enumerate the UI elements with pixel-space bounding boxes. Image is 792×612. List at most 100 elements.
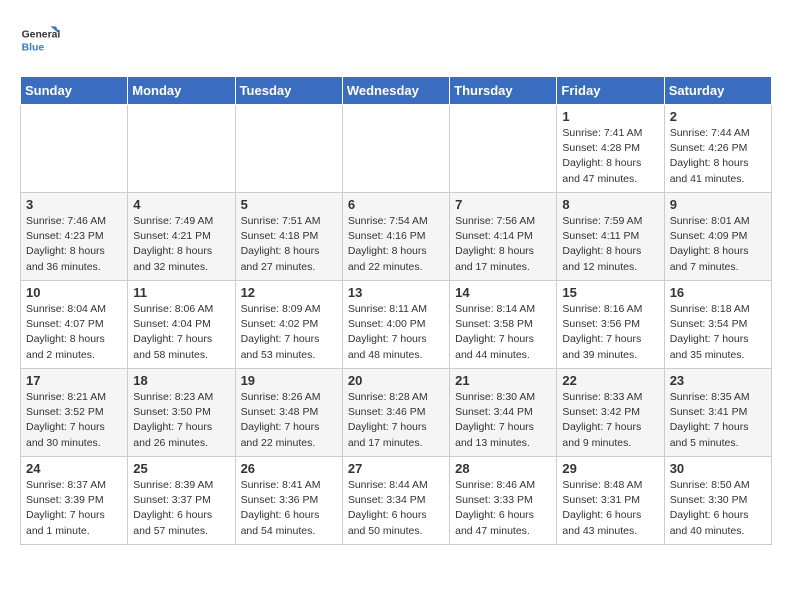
calendar-cell: 23 Sunrise: 8:35 AM Sunset: 3:41 PM Dayli… <box>664 369 771 457</box>
calendar-week-5: 24 Sunrise: 8:37 AM Sunset: 3:39 PM Dayli… <box>21 457 772 545</box>
day-number: 29 <box>562 461 658 476</box>
calendar-cell: 11 Sunrise: 8:06 AM Sunset: 4:04 PM Dayli… <box>128 281 235 369</box>
day-number: 23 <box>670 373 766 388</box>
day-number: 27 <box>348 461 444 476</box>
calendar-cell: 17Sunrise: 8:21 AM Sunset: 3:52 PM Dayli… <box>21 369 128 457</box>
calendar-cell: 25 Sunrise: 8:39 AM Sunset: 3:37 PM Dayli… <box>128 457 235 545</box>
day-info: Sunrise: 8:39 AM Sunset: 3:37 PM Dayligh… <box>133 478 229 539</box>
day-info: Sunrise: 8:37 AM Sunset: 3:39 PM Dayligh… <box>26 478 122 539</box>
calendar-cell: 26 Sunrise: 8:41 AM Sunset: 3:36 PM Dayli… <box>235 457 342 545</box>
calendar-table: SundayMondayTuesdayWednesdayThursdayFrid… <box>20 76 772 545</box>
day-number: 22 <box>562 373 658 388</box>
day-info: Sunrise: 7:41 AM Sunset: 4:28 PM Dayligh… <box>562 126 658 187</box>
calendar-cell: 9 Sunrise: 8:01 AM Sunset: 4:09 PM Daylig… <box>664 193 771 281</box>
calendar-cell: 13 Sunrise: 8:11 AM Sunset: 4:00 PM Dayli… <box>342 281 449 369</box>
day-info: Sunrise: 8:46 AM Sunset: 3:33 PM Dayligh… <box>455 478 551 539</box>
calendar-cell <box>235 105 342 193</box>
calendar-cell: 6 Sunrise: 7:54 AM Sunset: 4:16 PM Daylig… <box>342 193 449 281</box>
col-header-saturday: Saturday <box>664 77 771 105</box>
day-number: 20 <box>348 373 444 388</box>
day-number: 6 <box>348 197 444 212</box>
day-info: Sunrise: 8:28 AM Sunset: 3:46 PM Dayligh… <box>348 390 444 451</box>
day-number: 12 <box>241 285 337 300</box>
day-info: Sunrise: 7:54 AM Sunset: 4:16 PM Dayligh… <box>348 214 444 275</box>
calendar-cell <box>128 105 235 193</box>
day-number: 24 <box>26 461 122 476</box>
calendar-cell: 16 Sunrise: 8:18 AM Sunset: 3:54 PM Dayli… <box>664 281 771 369</box>
col-header-friday: Friday <box>557 77 664 105</box>
calendar-cell: 24 Sunrise: 8:37 AM Sunset: 3:39 PM Dayli… <box>21 457 128 545</box>
day-info: Sunrise: 8:23 AM Sunset: 3:50 PM Dayligh… <box>133 390 229 451</box>
calendar-cell: 12 Sunrise: 8:09 AM Sunset: 4:02 PM Dayli… <box>235 281 342 369</box>
calendar-cell: 15 Sunrise: 8:16 AM Sunset: 3:56 PM Dayli… <box>557 281 664 369</box>
header: General Blue <box>20 20 772 60</box>
day-number: 9 <box>670 197 766 212</box>
day-number: 4 <box>133 197 229 212</box>
day-number: 1 <box>562 109 658 124</box>
day-info: Sunrise: 7:59 AM Sunset: 4:11 PM Dayligh… <box>562 214 658 275</box>
day-info: Sunrise: 7:44 AM Sunset: 4:26 PM Dayligh… <box>670 126 766 187</box>
calendar-cell: 7Sunrise: 7:56 AM Sunset: 4:14 PM Daylig… <box>450 193 557 281</box>
day-info: Sunrise: 8:50 AM Sunset: 3:30 PM Dayligh… <box>670 478 766 539</box>
day-number: 7 <box>455 197 551 212</box>
day-info: Sunrise: 8:18 AM Sunset: 3:54 PM Dayligh… <box>670 302 766 363</box>
day-info: Sunrise: 8:06 AM Sunset: 4:04 PM Dayligh… <box>133 302 229 363</box>
day-number: 26 <box>241 461 337 476</box>
calendar-cell: 18 Sunrise: 8:23 AM Sunset: 3:50 PM Dayli… <box>128 369 235 457</box>
calendar-cell: 21 Sunrise: 8:30 AM Sunset: 3:44 PM Dayli… <box>450 369 557 457</box>
calendar-cell: 19Sunrise: 8:26 AM Sunset: 3:48 PM Dayli… <box>235 369 342 457</box>
calendar-cell: 20 Sunrise: 8:28 AM Sunset: 3:46 PM Dayli… <box>342 369 449 457</box>
calendar-cell: 14 Sunrise: 8:14 AM Sunset: 3:58 PM Dayli… <box>450 281 557 369</box>
day-info: Sunrise: 8:30 AM Sunset: 3:44 PM Dayligh… <box>455 390 551 451</box>
day-number: 11 <box>133 285 229 300</box>
day-info: Sunrise: 8:33 AM Sunset: 3:42 PM Dayligh… <box>562 390 658 451</box>
calendar-cell: 10 Sunrise: 8:04 AM Sunset: 4:07 PM Dayli… <box>21 281 128 369</box>
calendar-cell: 5 Sunrise: 7:51 AM Sunset: 4:18 PM Daylig… <box>235 193 342 281</box>
calendar-cell <box>450 105 557 193</box>
day-number: 2 <box>670 109 766 124</box>
day-number: 14 <box>455 285 551 300</box>
calendar-cell: 2 Sunrise: 7:44 AM Sunset: 4:26 PM Daylig… <box>664 105 771 193</box>
day-info: Sunrise: 7:51 AM Sunset: 4:18 PM Dayligh… <box>241 214 337 275</box>
day-info: Sunrise: 8:04 AM Sunset: 4:07 PM Dayligh… <box>26 302 122 363</box>
svg-text:General: General <box>22 30 60 41</box>
day-number: 5 <box>241 197 337 212</box>
calendar-cell: 4Sunrise: 7:49 AM Sunset: 4:21 PM Daylig… <box>128 193 235 281</box>
svg-text:Blue: Blue <box>22 42 45 53</box>
day-number: 16 <box>670 285 766 300</box>
day-number: 25 <box>133 461 229 476</box>
day-info: Sunrise: 8:48 AM Sunset: 3:31 PM Dayligh… <box>562 478 658 539</box>
calendar-week-3: 10 Sunrise: 8:04 AM Sunset: 4:07 PM Dayli… <box>21 281 772 369</box>
day-number: 15 <box>562 285 658 300</box>
day-number: 3 <box>26 197 122 212</box>
day-info: Sunrise: 8:41 AM Sunset: 3:36 PM Dayligh… <box>241 478 337 539</box>
calendar-week-4: 17Sunrise: 8:21 AM Sunset: 3:52 PM Dayli… <box>21 369 772 457</box>
day-info: Sunrise: 8:14 AM Sunset: 3:58 PM Dayligh… <box>455 302 551 363</box>
day-info: Sunrise: 8:21 AM Sunset: 3:52 PM Dayligh… <box>26 390 122 451</box>
day-number: 30 <box>670 461 766 476</box>
col-header-wednesday: Wednesday <box>342 77 449 105</box>
day-number: 8 <box>562 197 658 212</box>
calendar-cell <box>342 105 449 193</box>
day-info: Sunrise: 8:09 AM Sunset: 4:02 PM Dayligh… <box>241 302 337 363</box>
logo: General Blue <box>20 20 66 60</box>
day-info: Sunrise: 8:01 AM Sunset: 4:09 PM Dayligh… <box>670 214 766 275</box>
day-info: Sunrise: 8:11 AM Sunset: 4:00 PM Dayligh… <box>348 302 444 363</box>
day-info: Sunrise: 8:26 AM Sunset: 3:48 PM Dayligh… <box>241 390 337 451</box>
day-info: Sunrise: 7:46 AM Sunset: 4:23 PM Dayligh… <box>26 214 122 275</box>
day-number: 21 <box>455 373 551 388</box>
calendar-cell: 30 Sunrise: 8:50 AM Sunset: 3:30 PM Dayli… <box>664 457 771 545</box>
calendar-cell: 27Sunrise: 8:44 AM Sunset: 3:34 PM Dayli… <box>342 457 449 545</box>
day-number: 10 <box>26 285 122 300</box>
calendar-cell: 3 Sunrise: 7:46 AM Sunset: 4:23 PM Daylig… <box>21 193 128 281</box>
day-number: 13 <box>348 285 444 300</box>
calendar-week-2: 3 Sunrise: 7:46 AM Sunset: 4:23 PM Daylig… <box>21 193 772 281</box>
calendar-cell: 22 Sunrise: 8:33 AM Sunset: 3:42 PM Dayli… <box>557 369 664 457</box>
day-info: Sunrise: 8:35 AM Sunset: 3:41 PM Dayligh… <box>670 390 766 451</box>
col-header-thursday: Thursday <box>450 77 557 105</box>
day-number: 18 <box>133 373 229 388</box>
calendar-cell: 1 Sunrise: 7:41 AM Sunset: 4:28 PM Daylig… <box>557 105 664 193</box>
calendar-week-1: 1 Sunrise: 7:41 AM Sunset: 4:28 PM Daylig… <box>21 105 772 193</box>
day-info: Sunrise: 8:16 AM Sunset: 3:56 PM Dayligh… <box>562 302 658 363</box>
calendar-cell: 8 Sunrise: 7:59 AM Sunset: 4:11 PM Daylig… <box>557 193 664 281</box>
